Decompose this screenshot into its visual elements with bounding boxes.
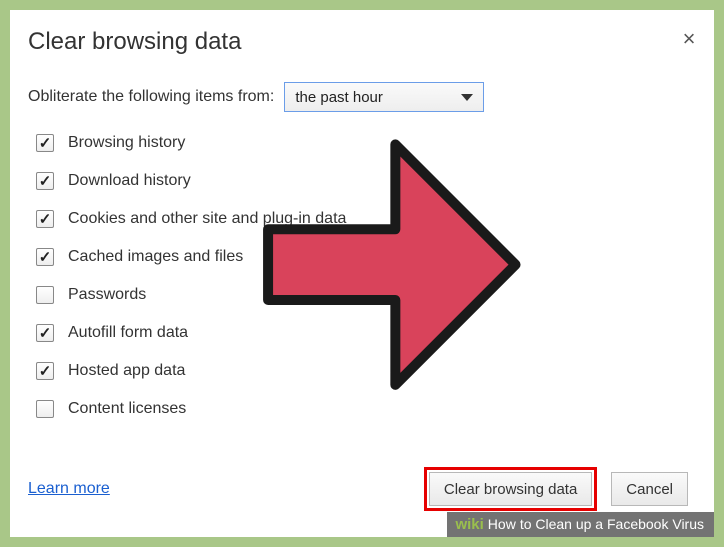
caption-bar: wiki How to Clean up a Facebook Virus — [447, 512, 714, 537]
chevron-down-icon — [461, 94, 473, 101]
cancel-button[interactable]: Cancel — [611, 472, 688, 506]
article-title: to Clean up a Facebook Virus — [520, 516, 704, 532]
tutorial-frame: × Clear browsing data Obliterate the fol… — [0, 0, 724, 547]
dialog-title: Clear browsing data — [28, 28, 708, 56]
checkbox[interactable] — [36, 172, 54, 190]
data-type-checklist: Browsing history Download history Cookies … — [28, 134, 708, 418]
checkbox[interactable] — [36, 324, 54, 342]
brand-suffix: How — [488, 516, 516, 532]
time-range-select[interactable]: the past hour — [284, 82, 484, 112]
dialog-footer: Learn more Clear browsing data Cancel — [28, 467, 688, 511]
checklist-item-label: Content licenses — [68, 400, 186, 418]
close-icon: × — [683, 26, 696, 51]
learn-more-link[interactable]: Learn more — [28, 480, 110, 498]
checklist-item: Browsing history — [36, 134, 708, 152]
checkbox[interactable] — [36, 286, 54, 304]
time-range-value: the past hour — [295, 89, 383, 106]
checkbox[interactable] — [36, 134, 54, 152]
brand-prefix: wiki — [455, 516, 483, 533]
close-button[interactable]: × — [676, 26, 702, 52]
button-row: Clear browsing data Cancel — [424, 467, 688, 511]
time-range-row: Obliterate the following items from: the… — [28, 82, 708, 112]
checklist-item-label: Browsing history — [68, 134, 185, 152]
checkbox[interactable] — [36, 248, 54, 266]
primary-button-highlight: Clear browsing data — [424, 467, 597, 511]
checklist-item-label: Autofill form data — [68, 324, 188, 342]
checklist-item-label: Passwords — [68, 286, 146, 304]
checklist-item: Content licenses — [36, 400, 708, 418]
checklist-item: Cached images and files — [36, 248, 708, 266]
checklist-item-label: Hosted app data — [68, 362, 185, 380]
checklist-item: Download history — [36, 172, 708, 190]
checkbox[interactable] — [36, 400, 54, 418]
time-range-label: Obliterate the following items from: — [28, 88, 274, 106]
checklist-item-label: Cookies and other site and plug-in data — [68, 210, 346, 228]
checklist-item: Hosted app data — [36, 362, 708, 380]
checkbox[interactable] — [36, 362, 54, 380]
checklist-item: Passwords — [36, 286, 708, 304]
checkbox[interactable] — [36, 210, 54, 228]
checklist-item: Cookies and other site and plug-in data — [36, 210, 708, 228]
checklist-item-label: Download history — [68, 172, 191, 190]
checklist-item-label: Cached images and files — [68, 248, 243, 266]
clear-data-button[interactable]: Clear browsing data — [429, 472, 592, 506]
clear-browsing-data-dialog: × Clear browsing data Obliterate the fol… — [28, 20, 708, 438]
checklist-item: Autofill form data — [36, 324, 708, 342]
